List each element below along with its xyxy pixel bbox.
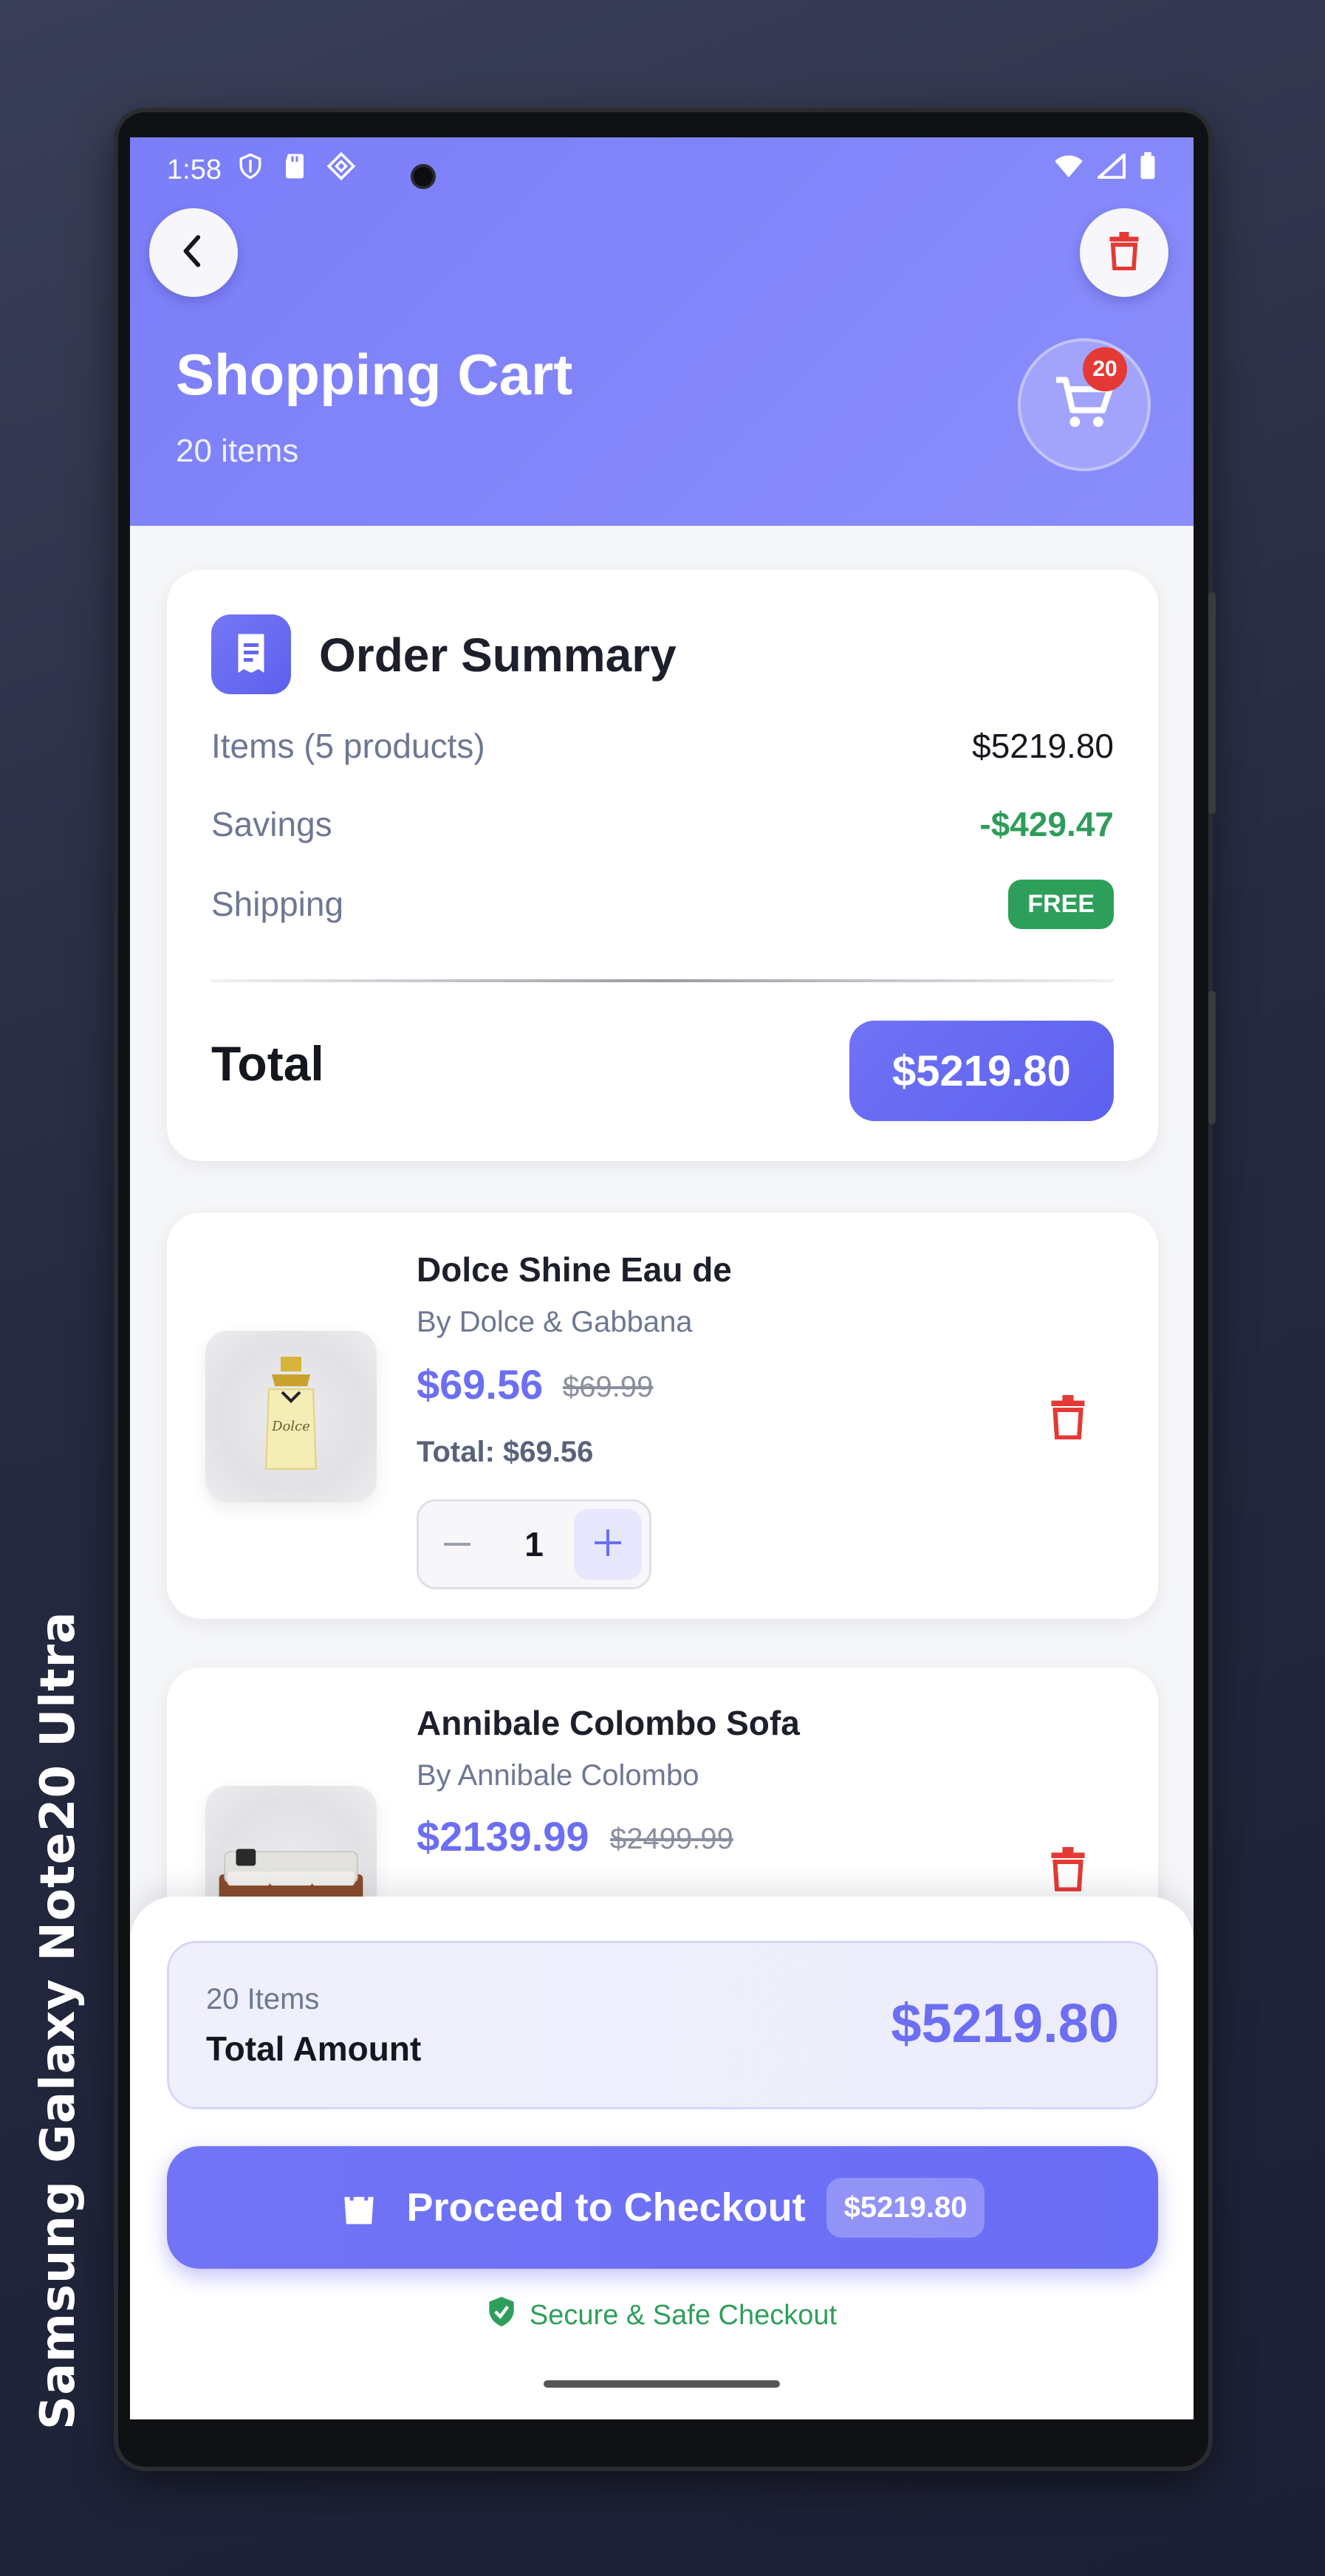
product-price: $69.56	[417, 1361, 544, 1408]
increase-quantity-button[interactable]	[574, 1509, 642, 1580]
product-image: Dolce	[205, 1331, 377, 1502]
product-price: $2139.99	[417, 1813, 589, 1860]
summary-label: Items (5 products)	[211, 727, 485, 765]
svg-text:Dolce: Dolce	[271, 1419, 310, 1434]
trash-icon	[1108, 231, 1140, 274]
total-value-badge: $5219.80	[849, 1021, 1114, 1121]
summary-label: Shipping	[211, 885, 344, 923]
chevron-left-icon	[175, 233, 212, 273]
cart-button[interactable]	[1018, 338, 1151, 471]
app-screen: 1:58 Shopping Cart 20 items 20 Order Sum…	[130, 137, 1194, 2419]
product-total: Total: $69.56	[417, 1436, 594, 1468]
signal-icon	[1095, 151, 1126, 186]
minus-icon	[444, 1538, 470, 1551]
clear-cart-button[interactable]	[1080, 208, 1168, 297]
device-label: Samsung Galaxy Note20 Ultra	[31, 1611, 86, 2430]
diamond-icon	[326, 151, 356, 188]
total-amount-label: Total Amount	[206, 2029, 422, 2068]
plus-icon	[595, 1529, 621, 1560]
front-camera	[411, 164, 436, 189]
divider	[211, 979, 1114, 982]
summary-row-items: Items (5 products) $5219.80	[211, 724, 1114, 768]
product-old-price: $2499.99	[610, 1823, 733, 1855]
product-name: Dolce Shine Eau de	[417, 1250, 732, 1289]
total-amount-value: $5219.80	[891, 1993, 1119, 2054]
summary-value: $5219.80	[972, 727, 1114, 765]
summary-row-shipping: Shipping FREE	[211, 879, 1114, 929]
shipping-free-badge: FREE	[1008, 879, 1114, 929]
back-button[interactable]	[149, 208, 238, 297]
secure-checkout-note: Secure & Safe Checkout	[130, 2295, 1194, 2335]
footer-items-count: 20 Items	[206, 1983, 320, 2015]
shield-status-icon	[238, 152, 263, 188]
status-right	[1053, 151, 1157, 188]
summary-label: Savings	[211, 805, 332, 843]
power-button	[1208, 991, 1216, 1124]
sd-card-icon	[284, 153, 306, 187]
wifi-icon	[1053, 154, 1084, 186]
remove-item-button[interactable]	[1046, 1393, 1090, 1445]
secure-text: Secure & Safe Checkout	[529, 2299, 838, 2331]
header: 1:58 Shopping Cart 20 items 20	[130, 137, 1194, 526]
proceed-to-checkout-button[interactable]: Proceed to Checkout $5219.80	[167, 2146, 1158, 2269]
home-indicator	[544, 2380, 780, 2388]
quantity-stepper: 1	[417, 1499, 651, 1589]
trash-icon	[1050, 1394, 1086, 1443]
trash-icon	[1050, 1846, 1086, 1895]
item-count: 20 items	[176, 433, 299, 469]
total-label: Total	[211, 1036, 324, 1091]
status-time: 1:58	[167, 154, 222, 185]
order-summary-title: Order Summary	[319, 628, 677, 682]
summary-row-savings: Savings -$429.47	[211, 802, 1114, 846]
cart-item: Dolce Dolce Shine Eau de By Dolce & Gabb…	[167, 1213, 1158, 1619]
receipt-icon	[211, 614, 291, 694]
shield-check-icon	[487, 2295, 516, 2335]
checkout-panel: 20 Items Total Amount $5219.80 Proceed t…	[130, 1897, 1194, 2419]
shopping-bag-icon	[340, 2185, 377, 2230]
volume-button	[1208, 592, 1216, 814]
battery-icon	[1139, 152, 1157, 188]
total-amount-box: 20 Items Total Amount $5219.80	[167, 1941, 1158, 2109]
product-brand: By Dolce & Gabbana	[417, 1306, 693, 1338]
order-summary-card: Order Summary Items (5 products) $5219.8…	[167, 570, 1158, 1161]
product-old-price: $69.99	[563, 1371, 654, 1403]
checkout-amount-chip: $5219.80	[826, 2177, 985, 2238]
savings-value: -$429.47	[979, 805, 1114, 843]
decrease-quantity-button[interactable]	[419, 1501, 496, 1587]
status-bar: 1:58	[167, 148, 1157, 192]
checkout-label: Proceed to Checkout	[406, 2185, 806, 2230]
product-name: Annibale Colombo Sofa	[417, 1704, 800, 1742]
remove-item-button[interactable]	[1046, 1845, 1090, 1897]
product-brand: By Annibale Colombo	[417, 1759, 699, 1792]
page-title: Shopping Cart	[176, 342, 573, 407]
cart-count-badge: 20	[1083, 347, 1127, 391]
quantity-value: 1	[524, 1525, 544, 1563]
